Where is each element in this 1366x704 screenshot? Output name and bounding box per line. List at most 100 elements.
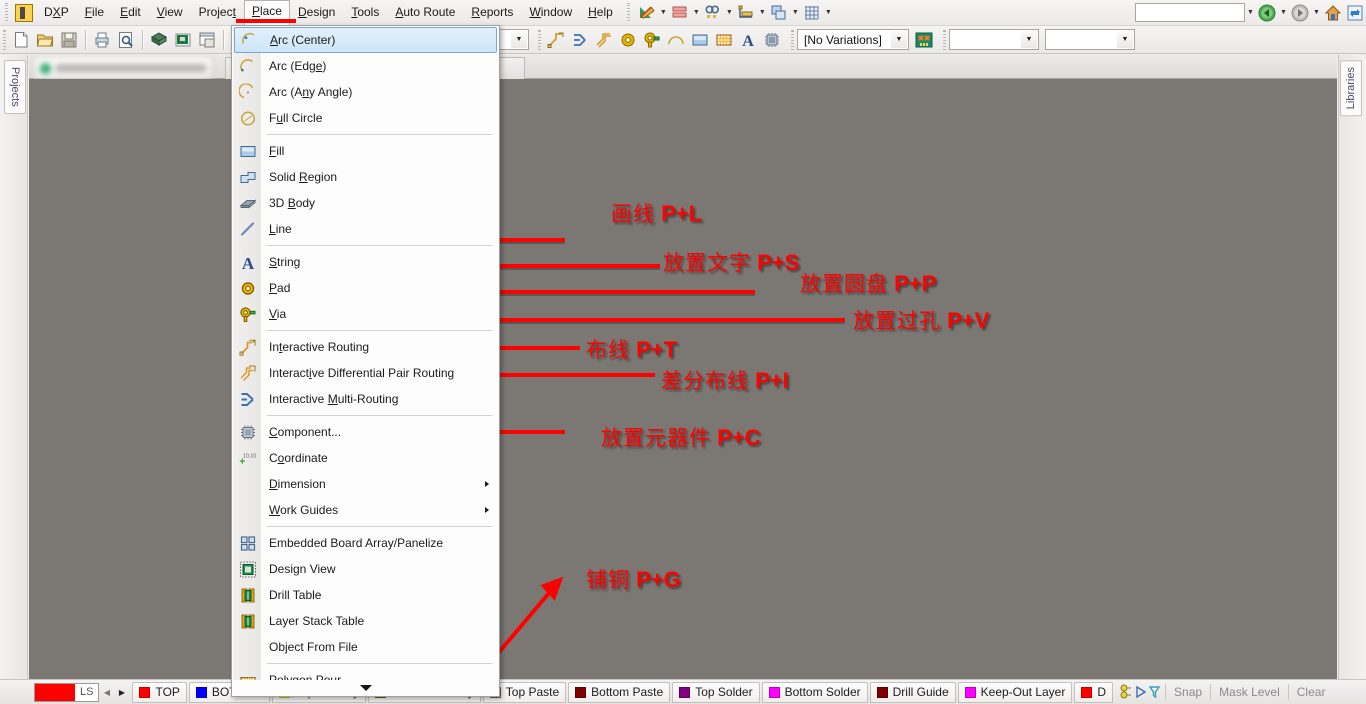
menu-auto-route[interactable]: Auto Route xyxy=(387,1,463,25)
nav-forward-icon[interactable] xyxy=(1289,3,1311,23)
new-document-icon[interactable] xyxy=(9,28,33,52)
toolbar-grip-1[interactable] xyxy=(0,29,9,51)
panel-tab-libraries[interactable]: Libraries xyxy=(1340,60,1362,116)
find-similar-icon[interactable] xyxy=(702,3,724,23)
place-via-icon[interactable] xyxy=(640,28,664,52)
layers-icon[interactable] xyxy=(768,3,790,23)
navigation-address-dropdown-arrow[interactable]: ▼ xyxy=(1245,3,1256,23)
menu-tools[interactable]: Tools xyxy=(343,1,387,25)
clear-button[interactable]: Clear xyxy=(1289,685,1334,699)
menu-help[interactable]: Help xyxy=(580,1,621,25)
save-document-icon[interactable] xyxy=(57,28,81,52)
blank-combo-2-dropdown-arrow[interactable]: ▼ xyxy=(1117,31,1133,48)
place-menu-item-solid-region[interactable]: Solid Region xyxy=(233,164,498,190)
filter-icon[interactable] xyxy=(1148,683,1161,701)
nav-refresh-icon[interactable] xyxy=(1344,3,1366,23)
place-menu-item-arc-edge[interactable]: Arc (Edge) xyxy=(233,53,498,79)
layers-dropdown-arrow[interactable]: ▼ xyxy=(790,3,801,23)
blank-combo-1[interactable]: ▼ xyxy=(949,29,1039,50)
place-menu-item-drill-table[interactable]: Drill Table xyxy=(233,582,498,608)
place-menu-item-fill[interactable]: Fill xyxy=(233,138,498,164)
place-menu-item-via[interactable]: Via xyxy=(233,301,498,327)
menu-view[interactable]: View xyxy=(149,1,191,25)
place-menu-item-arc-any-angle[interactable]: Arc (Any Angle) xyxy=(233,79,498,105)
chart-ruler-icon[interactable] xyxy=(636,3,658,23)
interactive-routing-icon[interactable] xyxy=(544,28,568,52)
grid-icon[interactable] xyxy=(801,3,823,23)
document-tab-active[interactable] xyxy=(33,56,213,79)
nav-back-dropdown-arrow[interactable]: ▼ xyxy=(1278,3,1289,23)
place-menu-item-work-guides[interactable]: Work Guides xyxy=(233,497,498,523)
navigation-address-input[interactable] xyxy=(1135,3,1245,22)
layer-tab-keep-out-layer[interactable]: Keep-Out Layer xyxy=(958,682,1073,703)
variations-dropdown-arrow[interactable]: ▼ xyxy=(891,31,907,48)
chart-ruler-dropdown-arrow[interactable]: ▼ xyxy=(658,3,669,23)
play-icon[interactable] xyxy=(1134,683,1147,701)
prev-layer-icon[interactable]: ◀ xyxy=(99,683,114,702)
nav-back-icon[interactable] xyxy=(1256,3,1278,23)
place-fill-icon[interactable] xyxy=(688,28,712,52)
place-menu-item-string[interactable]: AString xyxy=(233,249,498,275)
place-menu-item-arc-center[interactable]: Arc (Center) xyxy=(234,27,497,53)
grid-dropdown-arrow[interactable]: ▼ xyxy=(823,3,834,23)
place-menu-item-pad[interactable]: Pad xyxy=(233,275,498,301)
menu-place[interactable]: Place xyxy=(244,0,290,25)
place-polygon-icon[interactable] xyxy=(712,28,736,52)
blank-combo-2[interactable]: ▼ xyxy=(1045,29,1135,50)
menu-project[interactable]: Project xyxy=(191,1,244,25)
place-menu-item-layer-stack-table[interactable]: Layer Stack Table xyxy=(233,608,498,634)
menu-design[interactable]: Design xyxy=(290,1,343,25)
nav-home-icon[interactable] xyxy=(1322,3,1344,23)
place-menu-item-dimension[interactable]: Dimension xyxy=(233,471,498,497)
layer-tab-top[interactable]: TOP xyxy=(132,682,186,703)
layer-tab-bottom-solder[interactable]: Bottom Solder xyxy=(762,682,868,703)
menubar-grip[interactable] xyxy=(2,3,11,23)
menu-edit[interactable]: Edit xyxy=(112,1,149,25)
open-document-icon[interactable] xyxy=(33,28,57,52)
snap-button[interactable]: Snap xyxy=(1166,685,1210,699)
align-icon[interactable] xyxy=(669,3,691,23)
mask-level-button[interactable]: Mask Level xyxy=(1211,685,1288,699)
place-menu-item-component[interactable]: Component... xyxy=(233,419,498,445)
layer-tab-bottom-paste[interactable]: Bottom Paste xyxy=(568,682,670,703)
place-menu-item-coordinate[interactable]: 10,10Coordinate xyxy=(233,445,498,471)
place-menu-item-interactive-routing[interactable]: Interactive Routing xyxy=(233,334,498,360)
print-preview-icon[interactable] xyxy=(114,28,138,52)
layer-tab-drill-guide[interactable]: Drill Guide xyxy=(870,682,956,703)
toolbar-grip-3[interactable] xyxy=(788,29,797,51)
place-menu-item-object-from-file[interactable]: Object From File xyxy=(233,634,498,660)
menu-reports[interactable]: Reports xyxy=(463,1,521,25)
layer-sets-icon[interactable] xyxy=(1119,683,1133,701)
place-menu-item-interactive-multi-routing[interactable]: Interactive Multi-Routing xyxy=(233,386,498,412)
view-configuration-dropdown-arrow[interactable]: ▼ xyxy=(511,31,527,48)
place-string-icon[interactable]: A xyxy=(736,28,760,52)
menu-file[interactable]: File xyxy=(77,1,112,25)
blank-combo-1-dropdown-arrow[interactable]: ▼ xyxy=(1021,31,1037,48)
place-menu-item-3d-body[interactable]: 3D Body xyxy=(233,190,498,216)
place-arc-icon[interactable] xyxy=(664,28,688,52)
measure-icon[interactable] xyxy=(735,3,757,23)
layer-set-selector[interactable]: LS xyxy=(34,683,99,702)
next-layer-icon[interactable]: ▶ xyxy=(114,683,129,702)
toolbar-grip-4[interactable] xyxy=(940,29,949,51)
place-menu-item-full-circle[interactable]: Full Circle xyxy=(233,105,498,131)
menu-dxp[interactable]: DXP xyxy=(36,1,77,25)
align-dropdown-arrow[interactable]: ▼ xyxy=(691,3,702,23)
tile-windows-icon[interactable] xyxy=(195,28,219,52)
pcb-release-icon[interactable] xyxy=(912,28,936,52)
layer-tab-top-solder[interactable]: Top Solder xyxy=(672,682,759,703)
place-menu-item-interactive-differential-pair-routing[interactable]: Interactive Differential Pair Routing xyxy=(233,360,498,386)
panel-tab-projects[interactable]: Projects xyxy=(4,60,26,114)
variations-combo[interactable]: [No Variations] ▼ xyxy=(797,29,909,50)
place-pad-icon[interactable] xyxy=(616,28,640,52)
menu-window[interactable]: Window xyxy=(521,1,580,25)
measure-dropdown-arrow[interactable]: ▼ xyxy=(757,3,768,23)
place-component-icon[interactable] xyxy=(760,28,784,52)
interactive-diff-pair-icon[interactable] xyxy=(592,28,616,52)
print-icon[interactable] xyxy=(90,28,114,52)
place-menu-scroll-down[interactable] xyxy=(233,680,498,695)
place-menu-item-embedded-board-array-panelize[interactable]: Embedded Board Array/Panelize xyxy=(233,530,498,556)
interactive-multi-routing-icon[interactable] xyxy=(568,28,592,52)
toolbar-grip-2[interactable] xyxy=(535,29,544,51)
pcb-board-icon[interactable] xyxy=(171,28,195,52)
